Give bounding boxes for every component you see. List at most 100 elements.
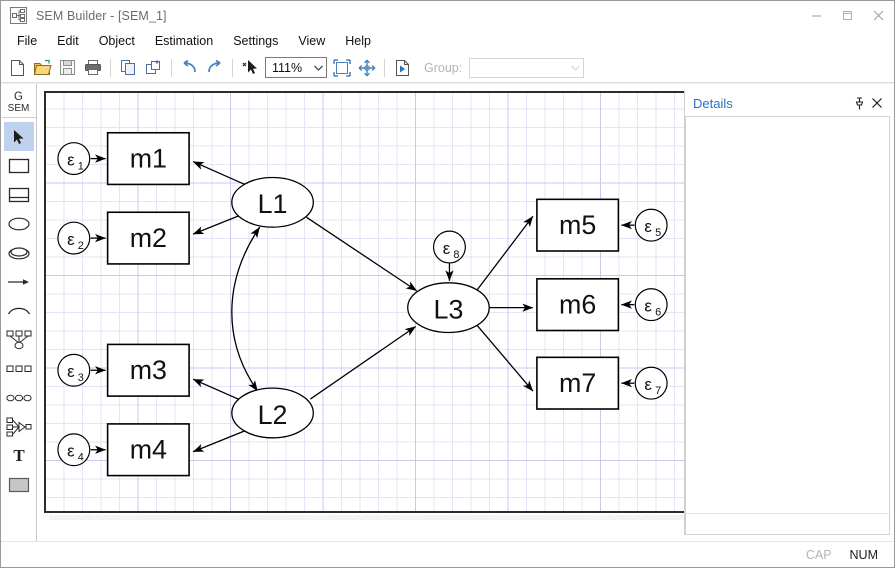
- sem-builder-window: SEM Builder - [SEM_1] File Edit Object E…: [0, 0, 895, 568]
- node-m5[interactable]: m5: [536, 198, 620, 252]
- window-title: SEM Builder - [SEM_1]: [36, 8, 167, 23]
- menu-help[interactable]: Help: [335, 31, 381, 52]
- toolbar-separator: [110, 58, 111, 77]
- node-m1[interactable]: m1: [106, 131, 190, 186]
- node-sub-e8: 8: [453, 249, 459, 261]
- canvas-shadow-bottom: [49, 515, 684, 520]
- node-e5[interactable]: ε 5: [634, 208, 668, 242]
- sem-canvas[interactable]: m1 m2 m3 m4 m5 m6 m7 L1 L2 L3 ε 1 ε 2 ε …: [44, 91, 684, 513]
- tool-latent-variables-set[interactable]: [4, 383, 34, 412]
- group-combobox[interactable]: [469, 57, 585, 78]
- node-label-L1: L1: [258, 189, 288, 219]
- node-label-e1: ε: [67, 151, 75, 170]
- node-m6[interactable]: m6: [536, 278, 620, 332]
- printer-icon[interactable]: [80, 56, 105, 80]
- menu-settings[interactable]: Settings: [223, 31, 288, 52]
- tool-path[interactable]: [4, 267, 34, 296]
- path-L1-L2-covariance[interactable]: [231, 226, 261, 392]
- node-m7[interactable]: m7: [536, 356, 620, 410]
- main-toolbar: 111% Group:: [1, 53, 894, 83]
- node-m4[interactable]: m4: [106, 423, 190, 477]
- structural-arrows: [231, 216, 418, 400]
- toolbar-separator: [384, 58, 385, 77]
- details-panel-footer: [685, 513, 890, 535]
- close-icon[interactable]: [868, 93, 885, 113]
- chevron-down-icon[interactable]: [567, 65, 583, 71]
- open-folder-icon[interactable]: [30, 56, 55, 80]
- menu-file[interactable]: File: [7, 31, 47, 52]
- path-L2-L3[interactable]: [309, 325, 417, 400]
- pointer-clear-icon[interactable]: [238, 56, 263, 80]
- sem-path-diagram[interactable]: m1 m2 m3 m4 m5 m6 m7 L1 L2 L3 ε 1 ε 2 ε …: [46, 93, 684, 512]
- tool-text[interactable]: T: [4, 441, 34, 470]
- path-L2-m3[interactable]: [192, 378, 244, 402]
- node-e7[interactable]: ε 7: [634, 366, 668, 400]
- zoom-level-combobox[interactable]: 111%: [265, 57, 327, 78]
- canvas-area[interactable]: m1 m2 m3 m4 m5 m6 m7 L1 L2 L3 ε 1 ε 2 ε …: [37, 84, 684, 541]
- duplicate-icon[interactable]: [141, 56, 166, 80]
- main-body: G SEM T m1 m2 m3 m4 m5 m6 m7 L1 L2 L3 ε …: [1, 83, 894, 541]
- pin-icon[interactable]: [851, 93, 868, 113]
- copy-icon[interactable]: [116, 56, 141, 80]
- undo-arrow-icon[interactable]: [177, 56, 202, 80]
- menu-object[interactable]: Object: [89, 31, 145, 52]
- tool-observed-variables-set[interactable]: [4, 354, 34, 383]
- tool-area[interactable]: [4, 470, 34, 499]
- menu-edit[interactable]: Edit: [47, 31, 89, 52]
- node-e6[interactable]: ε 6: [634, 288, 668, 322]
- node-sub-e7: 7: [655, 385, 661, 397]
- node-label-m3: m3: [130, 355, 167, 385]
- path-L3-m7[interactable]: [476, 325, 534, 392]
- chevron-down-icon[interactable]: [310, 65, 326, 71]
- node-label-e2: ε: [67, 230, 75, 249]
- menu-view[interactable]: View: [288, 31, 335, 52]
- tool-latent-variable[interactable]: [4, 209, 34, 238]
- path-L2-m4[interactable]: [192, 430, 245, 453]
- status-badge-cap: CAP: [805, 547, 832, 562]
- maximize-button[interactable]: [832, 1, 863, 30]
- node-e3[interactable]: ε 3: [57, 353, 91, 387]
- redo-arrow-icon[interactable]: [202, 56, 227, 80]
- node-e4[interactable]: ε 4: [57, 433, 91, 467]
- node-sub-e1: 1: [78, 161, 84, 173]
- node-m3[interactable]: m3: [106, 343, 190, 397]
- tool-observed-variable-banded[interactable]: [4, 180, 34, 209]
- title-bar: SEM Builder - [SEM_1]: [1, 1, 894, 30]
- node-e2[interactable]: ε 2: [57, 221, 91, 255]
- tool-observed-variable[interactable]: [4, 151, 34, 180]
- tool-latent-variable-double[interactable]: [4, 238, 34, 267]
- details-panel-header: Details: [685, 90, 890, 116]
- menu-bar: File Edit Object Estimation Settings Vie…: [1, 30, 894, 53]
- fit-window-icon[interactable]: [329, 56, 354, 80]
- node-L1[interactable]: L1: [231, 176, 314, 228]
- status-badge-num: NUM: [849, 547, 878, 562]
- node-L3[interactable]: L3: [407, 282, 490, 334]
- node-m2[interactable]: m2: [106, 211, 190, 265]
- node-label-e4: ε: [67, 442, 75, 461]
- node-e8[interactable]: ε 8: [432, 230, 466, 264]
- details-panel-content[interactable]: [685, 116, 890, 513]
- node-L2[interactable]: L2: [231, 387, 314, 439]
- path-L1-m2[interactable]: [192, 213, 243, 235]
- minimize-button[interactable]: [801, 1, 832, 30]
- tool-covariance[interactable]: [4, 296, 34, 325]
- node-sub-e2: 2: [78, 240, 84, 252]
- path-L3-m5[interactable]: [476, 215, 534, 291]
- measured-variables: m1 m2 m3 m4 m5 m6 m7: [106, 131, 620, 477]
- node-e1[interactable]: ε 1: [57, 142, 91, 176]
- path-L1-m1[interactable]: [192, 160, 246, 186]
- tool-measurement-model[interactable]: [4, 325, 34, 354]
- path-L1-L3[interactable]: [305, 216, 418, 292]
- new-document-icon[interactable]: [5, 56, 30, 80]
- tool-select-pointer[interactable]: [3, 122, 34, 151]
- node-label-m6: m6: [559, 290, 596, 320]
- move-arrows-icon[interactable]: [354, 56, 379, 80]
- node-label-m4: m4: [130, 435, 167, 465]
- run-estimate-icon[interactable]: [390, 56, 415, 80]
- node-sub-e4: 4: [78, 452, 84, 464]
- menu-estimation[interactable]: Estimation: [145, 31, 223, 52]
- node-label-e6: ε: [644, 297, 652, 316]
- close-button[interactable]: [863, 1, 894, 30]
- save-disk-icon[interactable]: [55, 56, 80, 80]
- tool-structural-model[interactable]: [4, 412, 34, 441]
